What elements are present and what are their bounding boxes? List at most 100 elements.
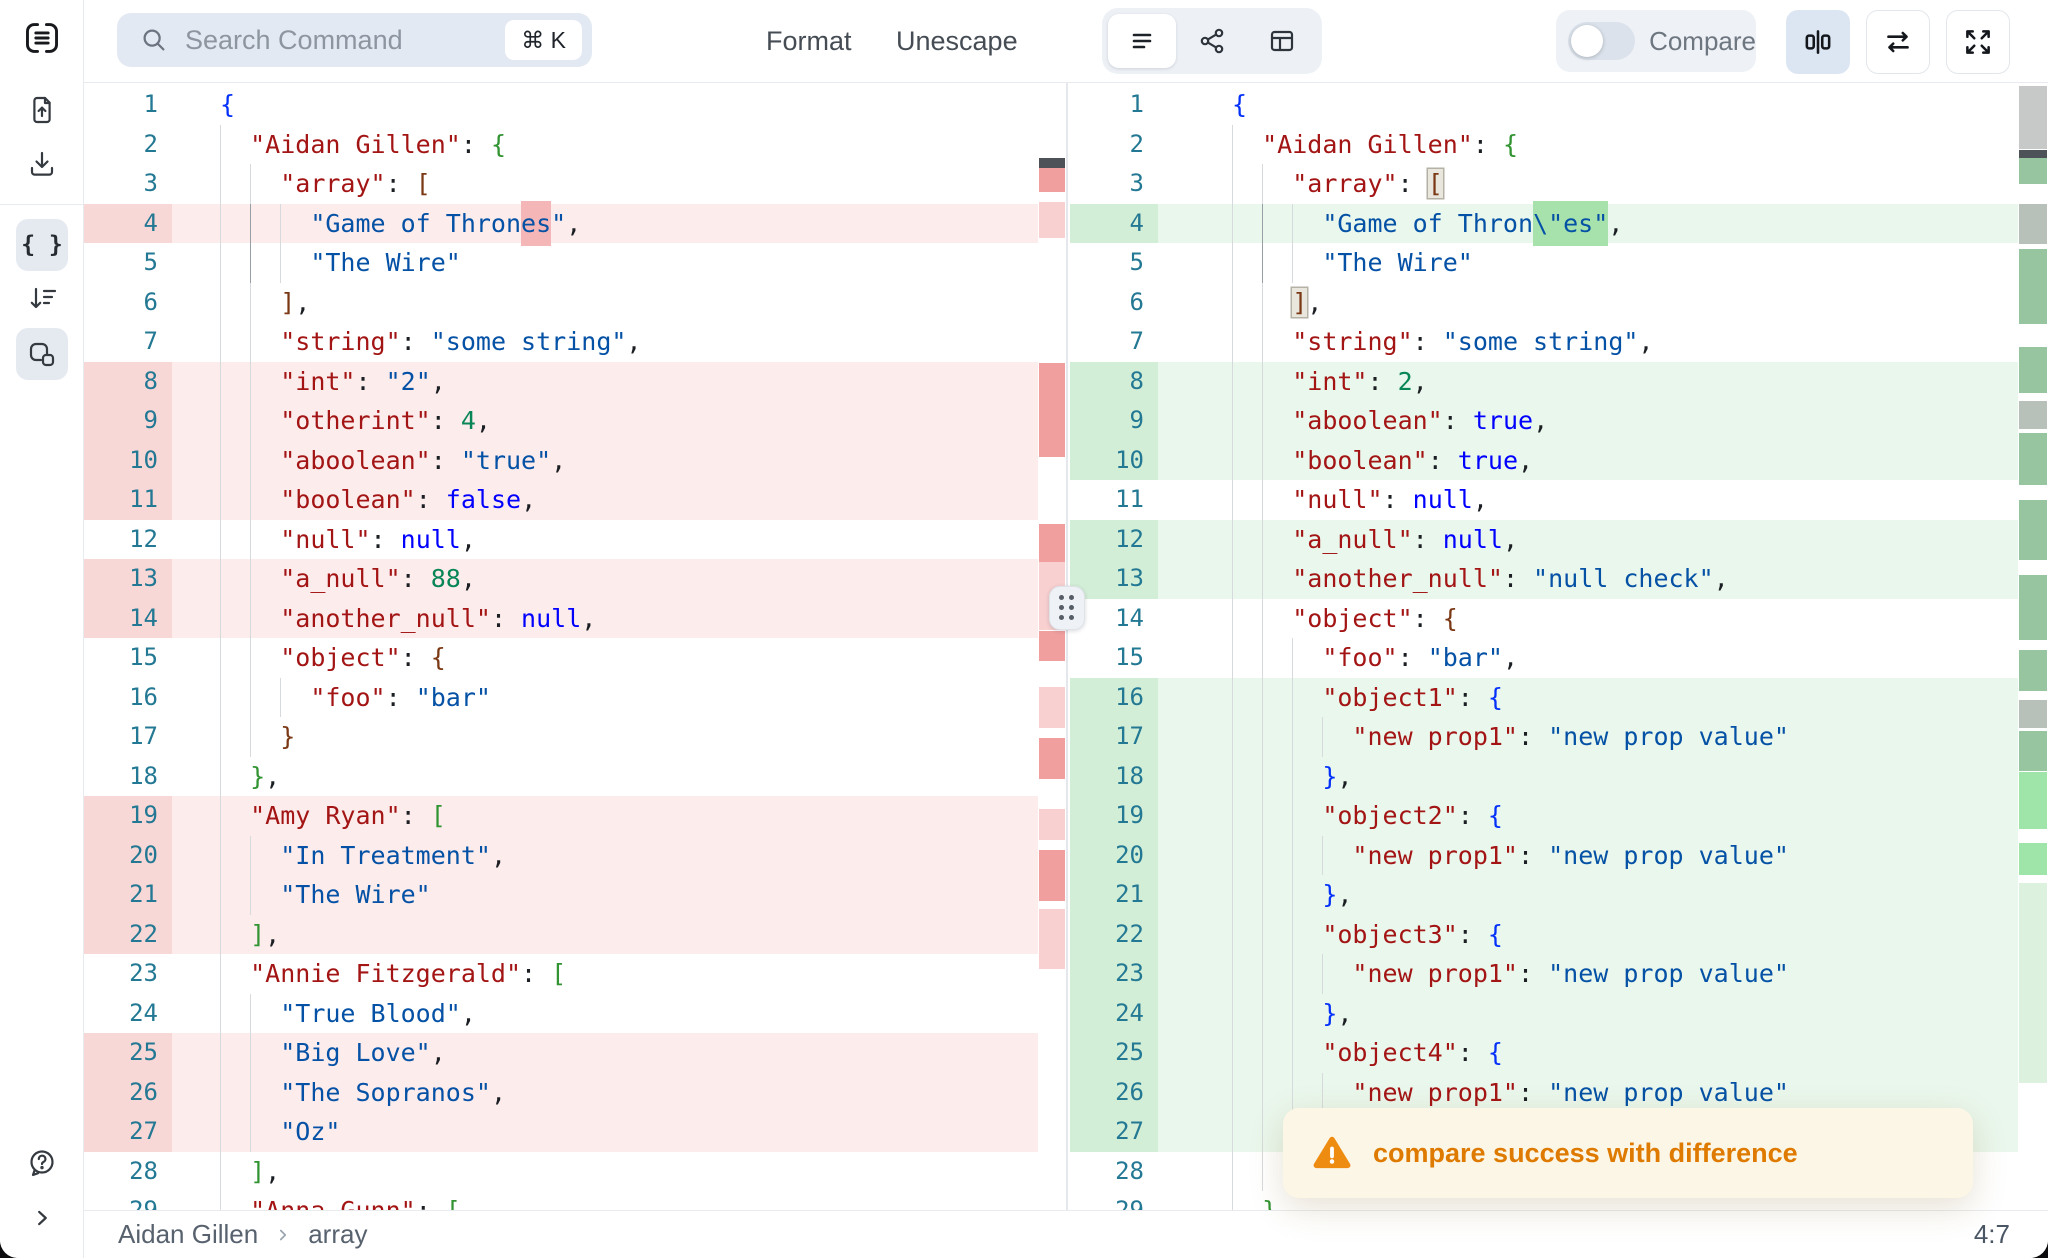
line-number: 15 xyxy=(1115,643,1144,671)
compare-mode-button[interactable] xyxy=(16,328,68,380)
indent-guide xyxy=(1262,1151,1264,1191)
ruler-mark xyxy=(1039,524,1065,562)
compare-toggle-group: Compare xyxy=(1556,10,1756,72)
sidebar: { } xyxy=(0,0,84,1258)
indent-guide xyxy=(220,677,221,717)
line-number: 28 xyxy=(129,1156,158,1185)
left-gutter: 1 2 3 4 5 6 7 8 9 10 11 12 13 14 15 16 17 18 19 20 21 22 23 24 2… xyxy=(84,85,172,1210)
ruler-mark xyxy=(2019,433,2047,485)
help-button[interactable] xyxy=(16,1137,68,1189)
cursor-position: 4:7 xyxy=(1973,1219,2010,1249)
indent-guide xyxy=(1292,203,1294,243)
line-number: 20 xyxy=(1070,835,1158,875)
left-overview-ruler[interactable] xyxy=(1038,83,1066,1210)
indent-guide xyxy=(1262,756,1264,796)
indent-guide xyxy=(1262,796,1264,836)
code-line: "int": 2, xyxy=(1158,361,2018,401)
collapse-sidebar-button[interactable] xyxy=(16,1192,68,1244)
right-editor[interactable]: 1 2 3 4 5 6 7 8 9 10 11 12 13 14 15 16 17 18 19 20 21 22 23 24 2… xyxy=(1070,83,2018,1210)
indent-guide xyxy=(250,519,252,559)
text-lines-icon xyxy=(1132,33,1152,49)
line-number: 18 xyxy=(1070,756,1158,796)
indent-guide xyxy=(220,440,221,480)
search-shortcut-badge: ⌘ K xyxy=(505,20,582,60)
ruler-mark xyxy=(1039,738,1065,779)
right-code: { "Aidan Gillen": { "array": [ "Game of … xyxy=(1158,85,2018,1210)
indent-guide xyxy=(1262,282,1264,322)
ruler-mark xyxy=(2019,249,2047,324)
tab-text-view[interactable] xyxy=(1108,14,1176,68)
indent-guide xyxy=(220,954,221,994)
unescape-button[interactable]: Unescape xyxy=(896,0,1018,83)
format-button[interactable]: Format xyxy=(766,0,852,83)
indent-guide xyxy=(1232,756,1233,796)
code-line: "int": "2", xyxy=(172,361,1038,401)
code-line: "Amy Ryan": [ xyxy=(172,796,1038,836)
ruler-mark xyxy=(1039,687,1065,728)
indent-guide xyxy=(1292,796,1294,836)
sort-button[interactable] xyxy=(16,272,68,324)
indent-guide xyxy=(1262,835,1264,875)
indent-guide xyxy=(220,1033,221,1073)
line-number: 20 xyxy=(84,835,172,875)
indent-guide xyxy=(1322,717,1324,757)
indent-guide xyxy=(1292,677,1294,717)
indent-guide xyxy=(1232,717,1233,757)
indent-guide xyxy=(1262,993,1264,1033)
ruler-mark xyxy=(2019,700,2047,728)
text-view-button[interactable]: { } xyxy=(16,219,68,271)
indent-guide xyxy=(1262,1112,1264,1152)
sash-grip-handle[interactable] xyxy=(1049,586,1085,630)
expand-icon xyxy=(1966,30,1990,54)
code-line: "object3": { xyxy=(1158,914,2018,954)
code-line: "array": [ xyxy=(172,164,1038,204)
share-nodes-icon xyxy=(1200,28,1224,54)
compare-label: Compare xyxy=(1649,25,1756,56)
breadcrumb-item-root[interactable]: Aidan Gillen xyxy=(118,1219,258,1250)
code-line: }, xyxy=(1158,875,2018,915)
ruler-mark xyxy=(2019,150,2047,158)
line-number: 3 xyxy=(1129,169,1144,197)
indent-guide xyxy=(250,835,252,875)
chevron-right-icon xyxy=(280,1229,287,1240)
tab-table-view[interactable] xyxy=(1248,14,1316,68)
indent-guide xyxy=(220,1072,221,1112)
tab-graph-view[interactable] xyxy=(1178,14,1246,68)
fullscreen-button[interactable] xyxy=(1946,10,2010,74)
indent-guide xyxy=(250,480,252,520)
download-button[interactable] xyxy=(16,138,68,190)
ruler-mark xyxy=(2019,843,2047,875)
line-number: 9 xyxy=(1070,401,1158,441)
ruler-mark xyxy=(1039,168,1065,192)
right-overview-ruler[interactable] xyxy=(2018,83,2048,1210)
indent-guide xyxy=(220,875,221,915)
line-number: 6 xyxy=(143,287,158,316)
line-number: 8 xyxy=(84,361,172,401)
compare-toggle[interactable] xyxy=(1568,22,1636,60)
code-line: ], xyxy=(172,914,1038,954)
search-input[interactable]: Search Command ⌘ K xyxy=(117,13,592,67)
swap-sides-button[interactable] xyxy=(1866,10,1930,74)
line-number: 27 xyxy=(84,1112,172,1152)
ruler-mark xyxy=(2019,158,2047,184)
indent-guide xyxy=(220,401,221,441)
indent-guide xyxy=(1292,835,1294,875)
ruler-mark xyxy=(1039,158,1065,168)
status-bar: Aidan Gillen array 4:7 xyxy=(84,1210,2048,1258)
ruler-mark xyxy=(2019,772,2047,829)
code-line: "foo": "bar" xyxy=(172,677,1038,717)
diff-view-button[interactable] xyxy=(1786,10,1850,74)
line-number: 12 xyxy=(1070,519,1158,559)
code-line: } xyxy=(172,717,1038,757)
breadcrumb-item-array[interactable]: array xyxy=(308,1219,367,1250)
indent-guide xyxy=(1232,677,1233,717)
line-number: 29 xyxy=(1115,1196,1144,1210)
code-line: "new prop1": "new prop value" xyxy=(1158,1072,2018,1112)
diff-icon xyxy=(1805,30,1831,54)
import-file-button[interactable] xyxy=(16,84,68,136)
indent-guide xyxy=(1232,361,1233,401)
indent-guide xyxy=(250,164,252,204)
indent-guide xyxy=(250,322,252,362)
left-editor[interactable]: 1 2 3 4 5 6 7 8 9 10 11 12 13 14 15 16 17 18 19 20 21 22 23 24 2… xyxy=(84,83,1038,1210)
indent-guide xyxy=(1292,875,1294,915)
